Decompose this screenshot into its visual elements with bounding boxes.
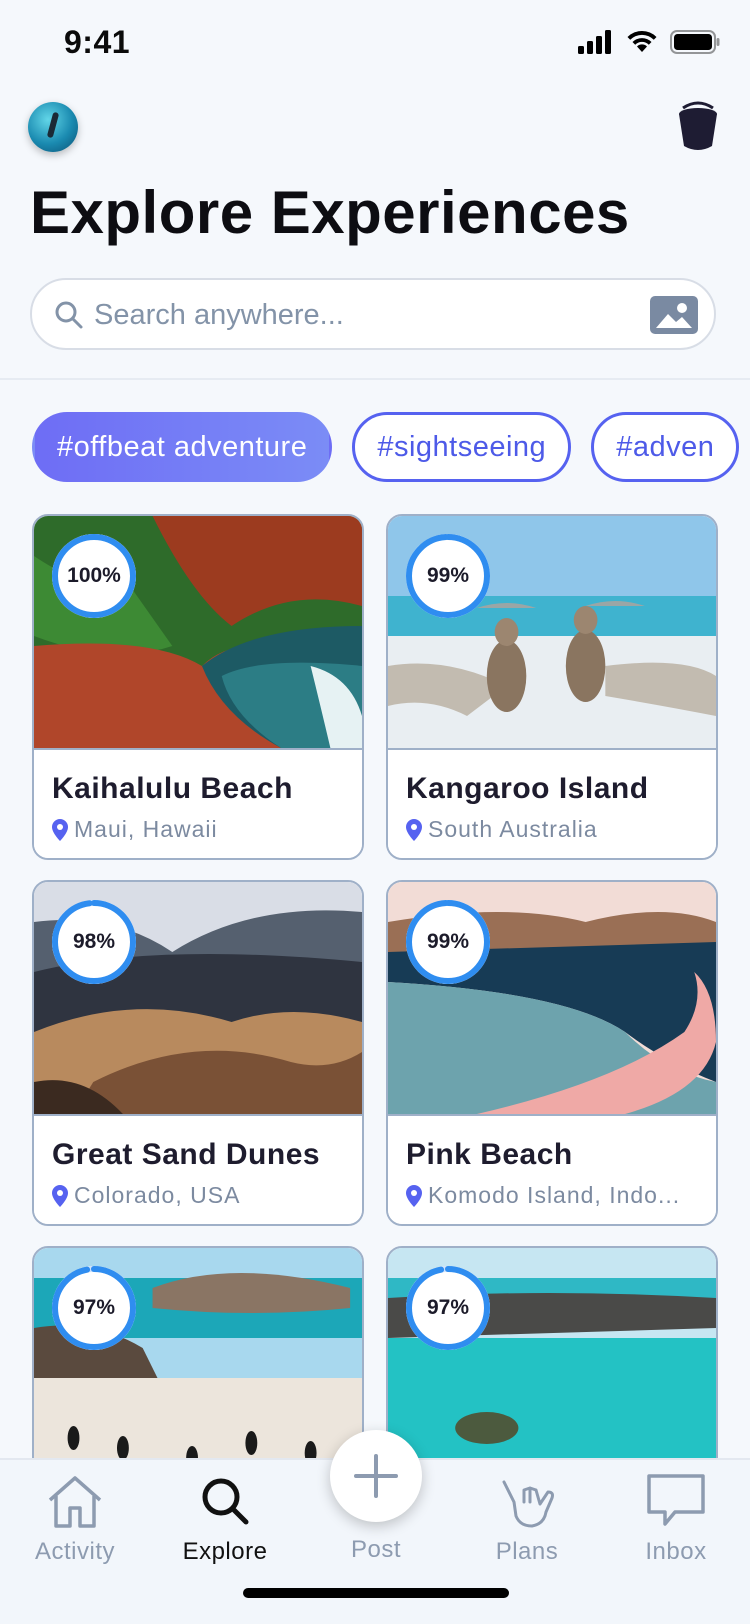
card-location-text: Komodo Island, Indo...: [428, 1182, 681, 1208]
card-title: Pink Beach: [406, 1138, 573, 1171]
search-icon: [55, 301, 83, 329]
experience-card[interactable]: 99% Pink Beach Komodo Island, Indo...: [386, 880, 718, 1226]
match-score: 97%: [426, 1296, 470, 1319]
tag-filter-row: #offbeat adventure #sightseeing #adven: [32, 412, 740, 482]
search-bar[interactable]: [30, 278, 716, 350]
tab-inbox[interactable]: Inbox: [611, 1472, 741, 1582]
post-button[interactable]: [330, 1430, 422, 1522]
image-search-icon[interactable]: [650, 296, 698, 334]
match-score-badge: 98%: [48, 896, 140, 988]
location-pin-icon: [406, 818, 422, 841]
card-location: South Australia: [406, 816, 598, 843]
status-icons: [578, 30, 720, 54]
card-info: Pink Beach Komodo Island, Indo...: [388, 1114, 716, 1224]
match-score-badge: 99%: [402, 896, 494, 988]
wifi-icon: [627, 30, 657, 52]
match-score-badge: 99%: [402, 530, 494, 622]
card-location-text: Colorado, USA: [74, 1182, 241, 1208]
match-score: 99%: [426, 930, 470, 953]
tab-plans[interactable]: Plans: [462, 1472, 592, 1582]
tab-explore[interactable]: Explore: [160, 1472, 290, 1582]
plus-icon: [354, 1454, 398, 1498]
tag-sightseeing[interactable]: #sightseeing: [352, 412, 572, 482]
card-info: Kaihalulu Beach Maui, Hawaii: [34, 748, 362, 858]
chat-bubble-icon: [647, 1474, 705, 1526]
avatar[interactable]: [28, 102, 78, 152]
experience-card[interactable]: 98% Great Sand Dunes Colorado, USA: [32, 880, 364, 1226]
card-title: Great Sand Dunes: [52, 1138, 321, 1171]
card-title: Kangaroo Island: [406, 772, 649, 805]
match-score: 99%: [426, 564, 470, 587]
card-title: Kaihalulu Beach: [52, 772, 293, 805]
page-title: Explore Experiences: [30, 179, 630, 246]
tab-inbox-label: Inbox: [645, 1538, 707, 1565]
card-location-text: South Australia: [428, 816, 598, 842]
shaka-hand-icon: [502, 1480, 554, 1528]
bucket-icon[interactable]: [677, 100, 719, 152]
status-bar: 9:41: [0, 0, 750, 88]
card-info: Kangaroo Island South Australia: [388, 748, 716, 858]
status-time: 9:41: [64, 24, 131, 60]
tab-explore-label: Explore: [182, 1538, 268, 1565]
tab-activity-label: Activity: [34, 1538, 115, 1565]
tab-post-label: Post: [350, 1536, 402, 1563]
match-score-badge: 100%: [48, 530, 140, 622]
search-input[interactable]: [94, 292, 614, 338]
tag-adventure[interactable]: #adven: [591, 412, 740, 482]
tab-activity[interactable]: Activity: [10, 1472, 140, 1582]
card-location: Komodo Island, Indo...: [406, 1182, 680, 1209]
card-info: Great Sand Dunes Colorado, USA: [34, 1114, 362, 1224]
home-indicator: [243, 1588, 509, 1598]
tab-plans-label: Plans: [495, 1538, 559, 1565]
location-pin-icon: [52, 818, 68, 841]
match-score: 100%: [67, 564, 121, 587]
location-pin-icon: [52, 1184, 68, 1207]
location-pin-icon: [406, 1184, 422, 1207]
card-location: Maui, Hawaii: [52, 816, 218, 843]
card-location: Colorado, USA: [52, 1182, 240, 1209]
match-score: 98%: [72, 930, 116, 953]
home-icon: [48, 1476, 102, 1528]
search-icon: [202, 1478, 249, 1525]
card-location-text: Maui, Hawaii: [74, 816, 218, 842]
tag-offbeat-adventure[interactable]: #offbeat adventure: [32, 412, 333, 482]
match-score-badge: 97%: [48, 1262, 140, 1354]
match-score: 97%: [72, 1296, 116, 1319]
experience-card[interactable]: 99% Kangaroo Island South Australia: [386, 514, 718, 860]
signal-icon: [578, 30, 611, 54]
experience-card[interactable]: 100% Kaihalulu Beach Maui, Hawaii: [32, 514, 364, 860]
battery-icon: [670, 30, 720, 54]
match-score-badge: 97%: [402, 1262, 494, 1354]
